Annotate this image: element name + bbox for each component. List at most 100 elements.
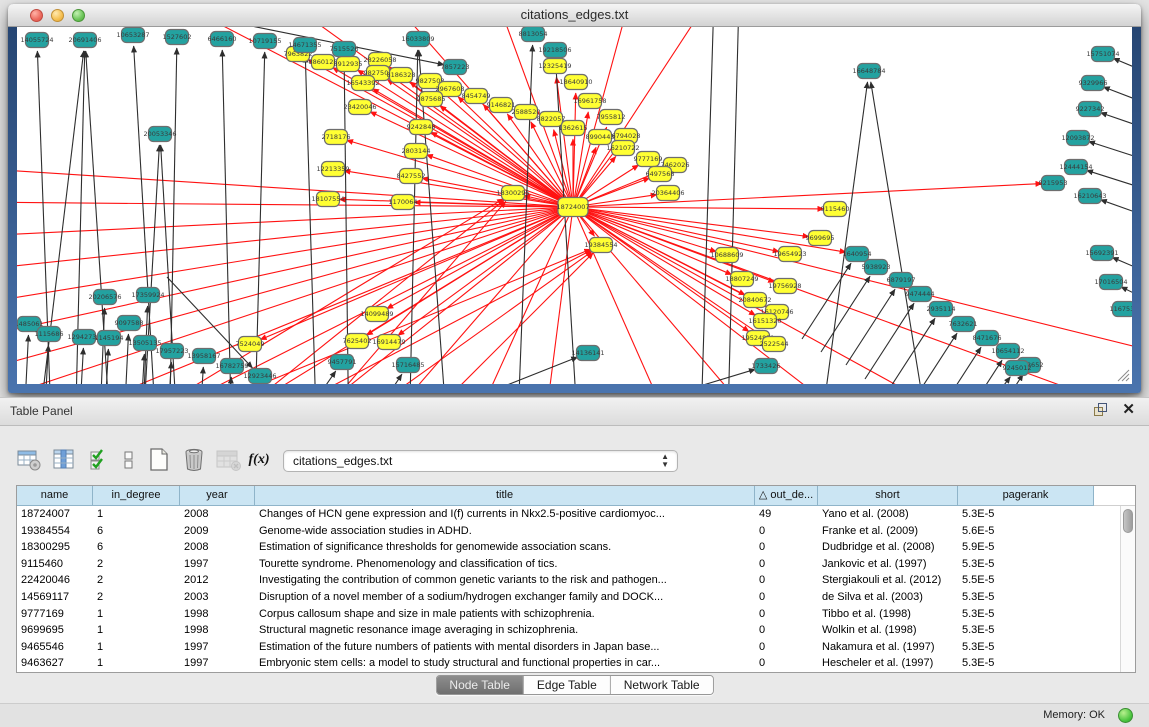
table-row[interactable]: 1456911722003Disruption of a novel membe… [17,589,1119,606]
graph-node[interactable]: 18107554 [311,192,344,207]
graph-node[interactable]: 16033809 [401,32,434,47]
column-header-out_de[interactable]: △ out_de... [755,486,818,506]
function-builder-button[interactable]: f(x) [249,446,269,474]
graph-node[interactable]: 18724007 [556,198,589,217]
graph-node[interactable]: 7524049 [236,337,265,352]
graph-node[interactable]: 9457791 [328,355,357,370]
graph-node[interactable]: 2935114 [927,302,956,317]
graph-node[interactable]: 10654112 [991,344,1024,359]
graph-node[interactable]: 20691406 [68,33,101,48]
graph-node[interactable]: 14099489 [360,307,393,322]
graph-node[interactable]: 1145194 [95,331,124,346]
column-header-name[interactable]: name [17,486,93,506]
close-panel-icon[interactable]: ✕ [1122,403,1135,417]
graph-node[interactable]: 8186328 [387,68,416,83]
select-columns-button[interactable] [84,446,114,474]
graph-node[interactable]: 14055724 [20,33,53,48]
table-row[interactable]: 911546021997Tourette syndrome. Phenomeno… [17,556,1119,573]
row-height-button[interactable] [119,446,139,474]
table-row[interactable]: 1938455462009Genome-wide association stu… [17,523,1119,540]
graph-node[interactable]: 1167534 [1110,302,1132,317]
table-row[interactable]: 946362711997Embryonic stem cells: a mode… [17,655,1119,672]
graph-node[interactable]: 2718176 [322,130,351,145]
delete-table-button[interactable] [214,446,244,474]
graph-node[interactable]: 9097588 [115,316,144,331]
graph-node[interactable]: 8427552 [397,169,426,184]
graph-node[interactable]: 20206576 [88,290,121,305]
graph-node[interactable]: 9115460 [821,202,850,217]
create-column-button[interactable] [144,446,174,474]
table-row[interactable]: 2242004622012Investigating the contribut… [17,572,1119,589]
graph-node[interactable]: 17359924 [131,288,164,303]
graph-node[interactable]: 10653287 [116,28,149,43]
graph-node[interactable]: 16648784 [852,64,885,79]
graph-node[interactable]: 9329966 [1079,76,1108,91]
table-selector-combo[interactable]: citations_edges.txt ▲▼ [283,450,678,472]
table-row[interactable]: 1830029562008Estimation of significance … [17,539,1119,556]
table-row[interactable]: 1872400712008Changes of HCN gene express… [17,506,1119,523]
graph-node[interactable]: 16961758 [573,94,606,109]
network-window-titlebar[interactable]: citations_edges.txt [8,4,1141,27]
canvas-resize-grip[interactable] [1114,366,1130,382]
graph-node[interactable]: 19218506 [538,43,571,58]
graph-node[interactable]: 8215953 [1039,176,1068,191]
tab-node-table[interactable]: Node Table [436,676,524,694]
graph-node[interactable]: 12213359 [316,162,349,177]
column-header-in_degree[interactable]: in_degree [93,486,180,506]
column-header-title[interactable]: title [255,486,755,506]
graph-node[interactable]: 7955812 [597,110,626,125]
network-graph[interactable]: 1872400779638228860128891293528226058982… [17,27,1132,384]
graph-node[interactable]: 16210643 [1073,189,1106,204]
graph-node[interactable]: 1640954 [843,247,872,262]
graph-node[interactable]: 9242848 [407,120,436,135]
graph-node[interactable]: 1170064 [389,195,418,210]
graph-node[interactable]: 2803144 [402,144,431,159]
graph-node[interactable]: 9227342 [1076,102,1105,117]
graph-node[interactable]: 15716485 [391,358,424,373]
tab-edge-table[interactable]: Edge Table [524,676,611,694]
close-window-button[interactable] [30,9,43,22]
graph-node[interactable]: 19654923 [773,247,806,262]
tab-network-table[interactable]: Network Table [611,676,713,694]
network-canvas[interactable]: 1872400779638228860128891293528226058982… [17,27,1132,384]
graph-node[interactable]: 6497568 [646,167,675,182]
show-columns-button[interactable] [49,446,79,474]
graph-node[interactable]: 8990443 [586,130,615,145]
graph-node[interactable]: 18640910 [559,75,592,90]
graph-node[interactable]: 1115686 [35,327,64,342]
graph-node[interactable]: 7632621 [949,317,978,332]
graph-node[interactable]: 9777169 [634,152,663,167]
graph-node[interactable]: 5938923 [862,260,891,275]
graph-node[interactable]: 9245012 [1003,361,1032,376]
graph-node[interactable]: 9474444 [906,287,935,302]
graph-node[interactable]: 10719155 [248,34,281,49]
table-row[interactable]: 969969511998Structural magnetic resonanc… [17,622,1119,639]
table-row[interactable]: 977716911998Corpus callosum shape and si… [17,606,1119,623]
graph-node[interactable]: 7857223 [441,60,470,75]
graph-node[interactable]: 9875685 [417,92,446,107]
graph-node[interactable]: 1362615 [559,121,588,136]
column-header-year[interactable]: year [180,486,255,506]
graph-node[interactable]: 20364406 [651,186,684,201]
graph-node[interactable]: 12444154 [1059,160,1092,175]
column-header-pagerank[interactable]: pagerank [958,486,1094,506]
graph-node[interactable]: 7625402 [343,334,372,349]
graph-node[interactable]: 1527602 [163,30,192,45]
graph-node[interactable]: 14136141 [571,346,604,361]
delete-column-button[interactable] [179,446,209,474]
graph-node[interactable]: 20053346 [143,127,176,142]
minimize-window-button[interactable] [51,9,64,22]
table-row[interactable]: 946554611997Estimation of the future num… [17,639,1119,656]
graph-node[interactable]: 8912935 [334,57,363,72]
scrollbar-thumb[interactable] [1123,509,1133,533]
column-header-short[interactable]: short [818,486,958,506]
graph-node[interactable]: 2522544 [760,337,789,352]
table-vertical-scrollbar[interactable] [1120,506,1135,672]
graph-node[interactable]: 7515526 [330,42,359,57]
graph-node[interactable]: 6879197 [887,273,916,288]
graph-node[interactable]: 8471676 [973,331,1002,346]
graph-node[interactable]: 12093872 [1061,131,1094,146]
table-mode-button[interactable] [14,446,44,474]
graph-node[interactable]: 12325419 [538,59,571,74]
graph-node[interactable]: 1733426 [752,359,781,374]
